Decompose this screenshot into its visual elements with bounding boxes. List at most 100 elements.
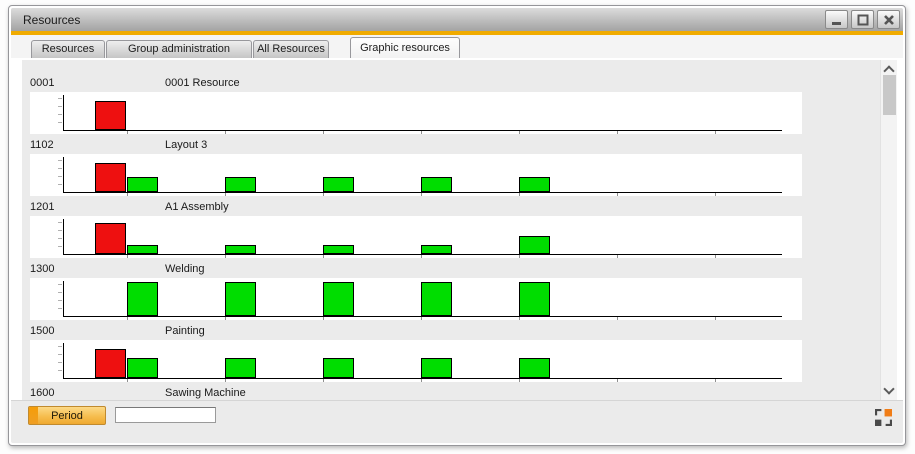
scrollbar-thumb[interactable]	[883, 75, 896, 115]
resource-chart	[30, 216, 802, 258]
resource-label-row: 1300Welding	[30, 262, 880, 278]
maximize-button[interactable]	[851, 10, 874, 29]
vertical-scrollbar[interactable]	[880, 60, 897, 400]
y-tick	[58, 98, 62, 99]
resource-name: 0001 Resource	[165, 77, 240, 89]
resource-label-row: 0001 0001 Resource	[30, 76, 880, 92]
scroll-down-icon[interactable]	[883, 383, 894, 394]
capacity-bar-green	[323, 177, 354, 192]
resource-code: 1600	[30, 387, 54, 399]
x-tick	[323, 317, 324, 320]
resource-name: Sawing Machine	[165, 387, 246, 399]
tab-graphic-resources[interactable]: Graphic resources	[350, 37, 460, 58]
capacity-bar-green	[519, 358, 550, 378]
capacity-bar-green	[519, 282, 550, 316]
x-tick	[323, 131, 324, 134]
capacity-bar-green	[225, 245, 256, 254]
x-tick	[715, 193, 716, 196]
x-axis	[63, 254, 782, 255]
resource-label-row: 1600 Sawing Machine	[30, 386, 880, 400]
y-tick	[58, 354, 62, 355]
capacity-bar-green	[225, 358, 256, 378]
x-tick	[323, 193, 324, 196]
x-tick	[617, 193, 618, 196]
maximize-icon	[857, 14, 869, 26]
capacity-bar-green	[225, 177, 256, 192]
capacity-bar-green	[421, 245, 452, 254]
y-tick	[58, 122, 62, 123]
capacity-bar-red	[95, 223, 126, 254]
x-tick	[323, 379, 324, 382]
y-tick	[58, 284, 62, 285]
tab-resources[interactable]: Resources	[31, 40, 105, 58]
y-tick	[58, 160, 62, 161]
y-tick	[58, 238, 62, 239]
x-axis	[63, 378, 782, 379]
resource-code: 0001	[30, 77, 54, 89]
x-tick	[519, 131, 520, 134]
title-bar[interactable]: Resources	[11, 8, 903, 31]
y-tick	[58, 222, 62, 223]
y-axis	[63, 95, 64, 131]
x-axis	[63, 130, 782, 131]
x-tick	[617, 131, 618, 134]
y-tick	[58, 246, 62, 247]
x-axis	[63, 192, 782, 193]
y-tick	[58, 300, 62, 301]
x-tick	[519, 379, 520, 382]
x-tick	[617, 379, 618, 382]
tab-page-graphic-resources: 0001 0001 Resource 1102Layout 3 1201A1 Asse…	[11, 58, 903, 400]
x-tick	[225, 255, 226, 258]
resource-label-row: 1201A1 Assembly	[30, 200, 880, 216]
resource-label-row: 1102Layout 3	[30, 138, 880, 154]
x-tick	[617, 317, 618, 320]
period-input[interactable]	[115, 407, 216, 423]
period-button[interactable]: Period	[28, 406, 106, 425]
capacity-bar-green	[323, 358, 354, 378]
close-icon	[883, 14, 895, 26]
x-tick	[127, 317, 128, 320]
resource-chart	[30, 340, 802, 382]
x-tick	[225, 317, 226, 320]
y-axis	[63, 343, 64, 379]
y-tick	[58, 308, 62, 309]
capacity-bar-green	[519, 236, 550, 254]
x-tick	[617, 255, 618, 258]
tab-strip: Resources Group administration All Resou…	[11, 35, 903, 58]
tab-all-resources[interactable]: All Resources	[253, 40, 329, 58]
close-button[interactable]	[877, 10, 900, 29]
y-tick	[58, 168, 62, 169]
resource-name: Layout 3	[165, 139, 207, 151]
x-tick	[225, 379, 226, 382]
y-tick	[58, 106, 62, 107]
y-axis	[63, 157, 64, 193]
tab-group-administration[interactable]: Group administration	[106, 40, 252, 58]
minimize-button[interactable]	[825, 10, 848, 29]
y-tick	[58, 346, 62, 347]
capacity-bar-green	[323, 245, 354, 254]
y-tick	[58, 292, 62, 293]
x-tick	[127, 255, 128, 258]
resources-window: Resources Resources Group administration…	[8, 5, 906, 446]
y-tick	[58, 184, 62, 185]
capacity-bar-green	[127, 358, 158, 378]
resource-chart	[30, 154, 802, 196]
capacity-bar-green	[225, 282, 256, 316]
x-tick	[421, 317, 422, 320]
x-axis	[63, 316, 782, 317]
x-tick	[421, 131, 422, 134]
x-tick	[519, 193, 520, 196]
capacity-bar-green	[127, 282, 158, 316]
resize-grip-icon[interactable]	[875, 409, 892, 426]
resource-code: 1201	[30, 201, 54, 213]
capacity-bar-green	[421, 358, 452, 378]
x-tick	[715, 131, 716, 134]
capacity-bar-green	[519, 177, 550, 192]
x-tick	[519, 255, 520, 258]
x-tick	[715, 379, 716, 382]
capacity-bar-green	[421, 282, 452, 316]
resource-chart	[30, 278, 802, 320]
capacity-bar-green	[127, 245, 158, 254]
y-tick	[58, 114, 62, 115]
resource-code: 1300	[30, 263, 54, 275]
